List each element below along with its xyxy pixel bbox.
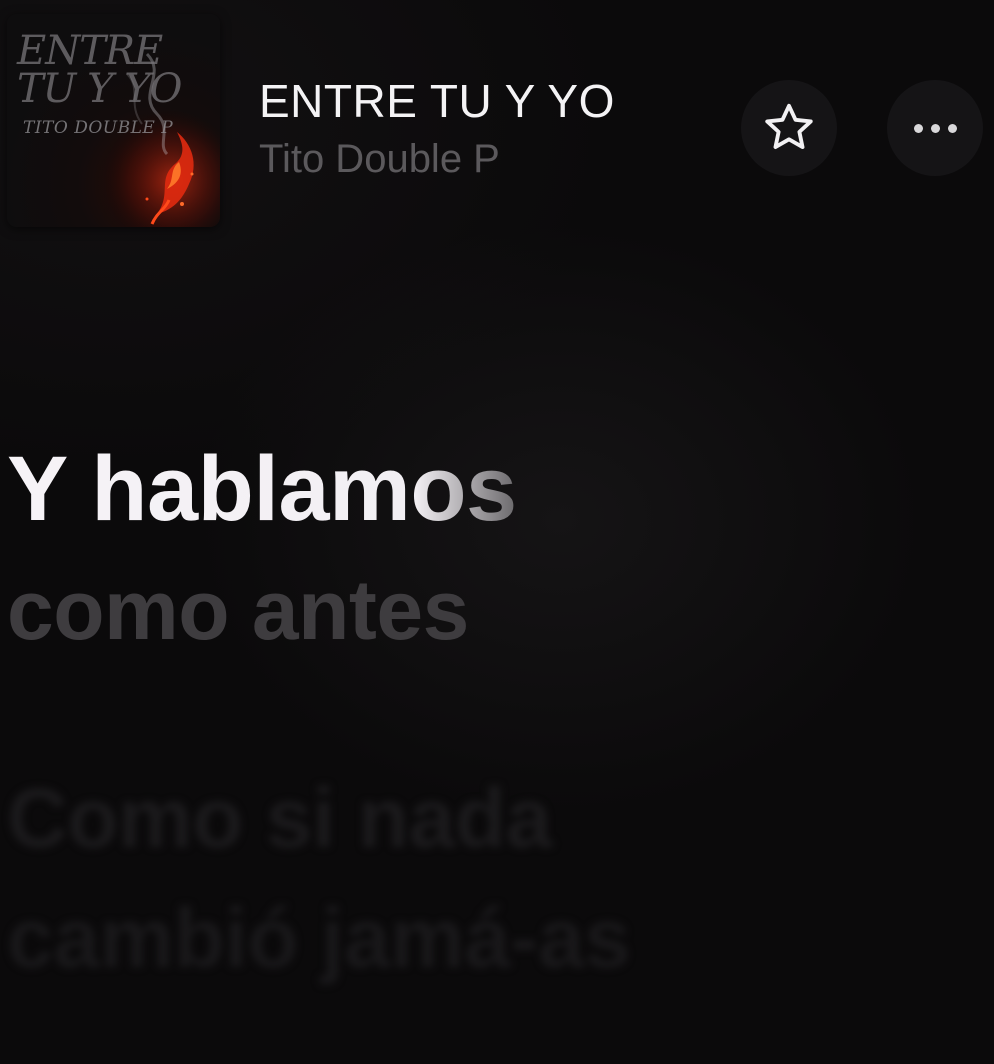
artwork-artist-text: TITO DOUBLE P: [23, 118, 174, 138]
favorite-button[interactable]: [741, 80, 837, 176]
lyric-line-next-2[interactable]: cambió jamá-as: [7, 888, 631, 988]
album-artwork[interactable]: ENTRE TU Y YO TITO DOUBLE P: [7, 14, 220, 227]
lyric-line-current-2[interactable]: como antes: [7, 560, 469, 660]
more-options-button[interactable]: [887, 80, 983, 176]
track-artist[interactable]: Tito Double P: [259, 137, 500, 182]
star-outline-icon: [765, 103, 813, 150]
now-playing-header: ENTRE TU Y YO TITO DOUBLE P ENTRE TU Y Y…: [0, 0, 994, 240]
ellipsis-icon: [913, 123, 957, 133]
lyric-line-next-1[interactable]: Como si nada: [7, 768, 552, 868]
lyric-line-current-1[interactable]: Y hablamos: [7, 434, 517, 544]
artwork-title-text: ENTRE TU Y YO: [17, 28, 182, 112]
track-title[interactable]: ENTRE TU Y YO: [259, 74, 615, 128]
